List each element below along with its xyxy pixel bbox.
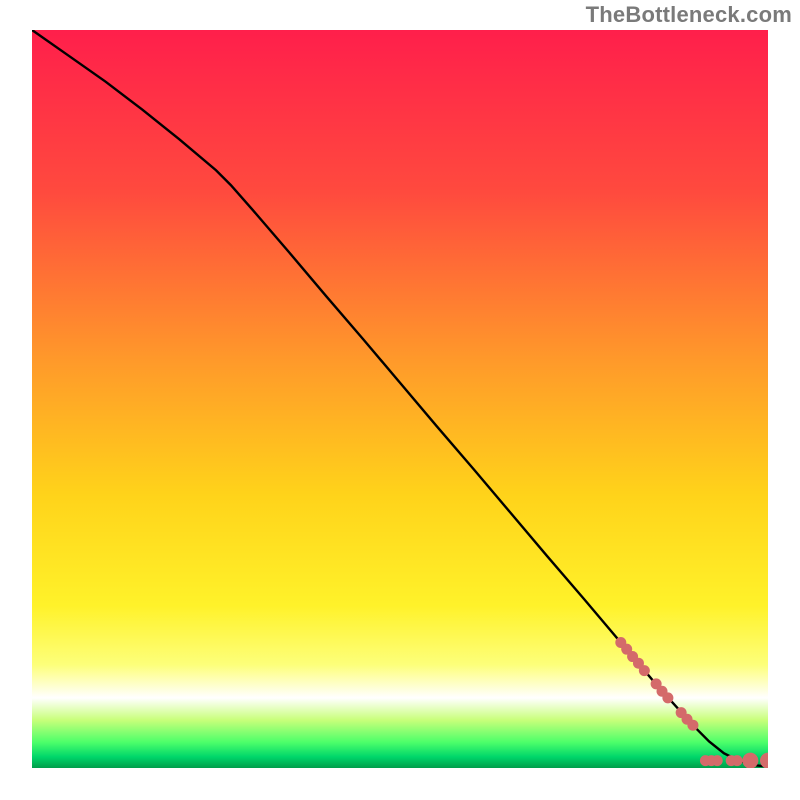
plot-frame — [32, 30, 768, 768]
marker-dot — [687, 720, 698, 731]
marker-dot — [662, 692, 673, 703]
marker-dot — [742, 753, 758, 768]
marker-dot — [639, 665, 650, 676]
marker-dot — [712, 755, 723, 766]
marker-dot — [732, 755, 743, 766]
chart-stage: TheBottleneck.com — [0, 0, 800, 800]
plot-svg — [32, 30, 768, 768]
watermark-label: TheBottleneck.com — [586, 2, 792, 28]
gradient-background — [32, 30, 768, 768]
